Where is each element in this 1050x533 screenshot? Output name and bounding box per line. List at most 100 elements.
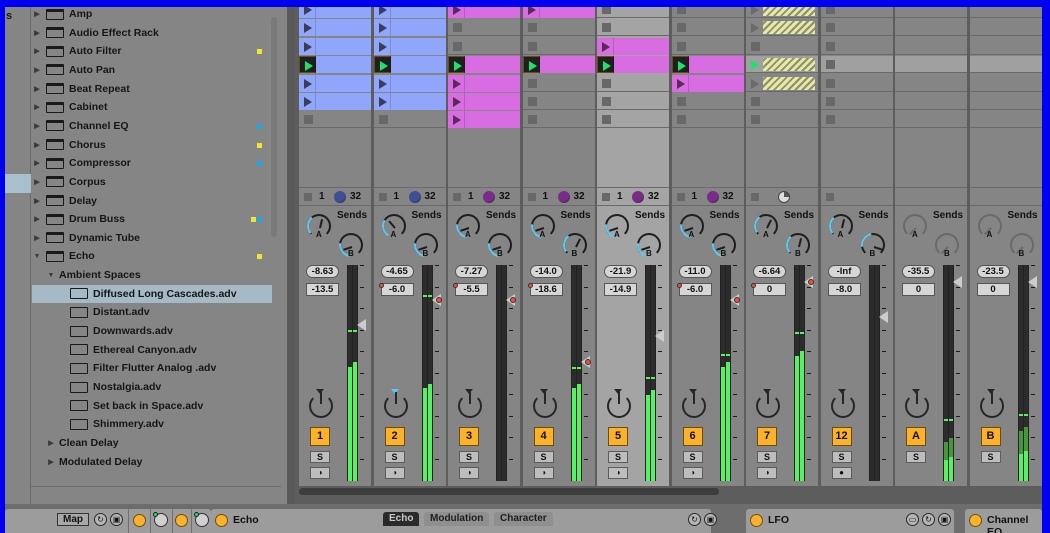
volume-fader-handle[interactable]: [1027, 276, 1037, 289]
stop-button-icon[interactable]: [825, 60, 835, 70]
empty-slot-area[interactable]: [746, 127, 818, 187]
expand-triangle-icon[interactable]: ▶: [32, 85, 42, 93]
clip-launch-button[interactable]: [448, 74, 465, 92]
monitor-icon[interactable]: ◑: [533, 467, 554, 479]
clip-slot[interactable]: [671, 111, 744, 129]
track-volume-display[interactable]: -8.63: [306, 265, 339, 278]
tab-modulation[interactable]: Modulation: [424, 512, 490, 526]
clip-slot[interactable]: [597, 75, 669, 92]
save-preset-icon[interactable]: ▣: [938, 513, 951, 526]
empty-slot-area[interactable]: [672, 127, 744, 187]
tab-echo[interactable]: Echo: [383, 512, 420, 526]
tab-character[interactable]: Character: [494, 512, 553, 526]
stop-button-icon[interactable]: [304, 115, 313, 125]
monitor-icon[interactable]: ◑: [384, 467, 405, 479]
clip-slot[interactable]: [299, 93, 371, 110]
map-button[interactable]: Map: [57, 513, 89, 526]
clip[interactable]: [373, 37, 446, 55]
clip-launch-button[interactable]: [448, 7, 465, 18]
send-b-knob[interactable]: B: [632, 228, 666, 262]
clip-slot[interactable]: [820, 38, 893, 55]
browser-device-item[interactable]: ▶ Amp: [32, 7, 272, 23]
expand-triangle-icon[interactable]: ▶: [32, 47, 42, 55]
clip-slot[interactable]: [299, 111, 371, 129]
stop-button-icon[interactable]: [751, 97, 760, 106]
session-horizontal-scrollbar[interactable]: [299, 488, 719, 495]
clip[interactable]: [299, 93, 371, 110]
clip-slot[interactable]: [820, 19, 893, 37]
clip-slot[interactable]: [820, 7, 893, 18]
solo-button[interactable]: S: [831, 451, 852, 463]
clip-slot[interactable]: [373, 56, 446, 74]
recording-clip[interactable]: [763, 7, 815, 16]
stop-button-icon[interactable]: [825, 97, 835, 106]
macro-knob-icon[interactable]: [194, 512, 209, 527]
stop-button-icon[interactable]: [825, 78, 835, 88]
clip-launch-button[interactable]: [299, 93, 316, 110]
volume-fader-handle[interactable]: [655, 330, 664, 343]
clip-slot[interactable]: [746, 93, 818, 110]
pan-knob[interactable]: [830, 392, 855, 418]
clip-slot[interactable]: [969, 75, 1042, 92]
track-activator-button[interactable]: B: [980, 427, 1001, 446]
expand-triangle-icon[interactable]: ▶: [32, 159, 42, 167]
track-activator-button[interactable]: 2: [384, 427, 405, 446]
clip-slot[interactable]: [820, 93, 893, 110]
send-b-knob[interactable]: B: [483, 228, 517, 262]
clip-slot[interactable]: [969, 7, 1042, 18]
browser-folder-item[interactable]: ▶ Clean Delay: [32, 434, 272, 452]
pan-knob[interactable]: [681, 392, 706, 418]
expand-triangle-icon[interactable]: ▶: [46, 439, 56, 447]
clip-launch-button[interactable]: [522, 56, 540, 74]
clip-launch-button[interactable]: [448, 93, 465, 110]
solo-button[interactable]: S: [682, 451, 703, 463]
clip[interactable]: [373, 74, 446, 92]
empty-slot-area[interactable]: [970, 127, 1042, 187]
clip-slot[interactable]: [522, 38, 595, 55]
pan-knob[interactable]: [532, 392, 557, 418]
track-volume-display[interactable]: -6.64: [753, 265, 786, 278]
browser-preset-item[interactable]: Ethereal Canyon.adv: [32, 341, 272, 359]
clip-slot[interactable]: [522, 111, 595, 129]
send-b-knob[interactable]: B: [334, 228, 368, 262]
solo-button[interactable]: S: [608, 451, 628, 463]
track-activator-button[interactable]: 3: [459, 427, 479, 446]
track-pan-display[interactable]: -6.0: [380, 283, 414, 296]
expand-triangle-icon[interactable]: ▶: [32, 215, 42, 223]
send-a-knob[interactable]: A: [827, 213, 854, 239]
stop-button-icon[interactable]: [602, 97, 611, 106]
monitor-icon[interactable]: ◑: [608, 467, 628, 479]
clip-launch-button[interactable]: [373, 56, 391, 74]
track-volume-display[interactable]: -Inf: [827, 265, 861, 278]
track-volume-display[interactable]: -11.0: [678, 265, 712, 278]
clip-slot[interactable]: [746, 38, 818, 55]
solo-button[interactable]: S: [757, 451, 777, 463]
arm-record-icon[interactable]: ●: [831, 467, 852, 479]
stop-all-icon[interactable]: [527, 193, 536, 201]
stop-button-icon[interactable]: [527, 78, 537, 88]
stop-button-icon[interactable]: [676, 97, 686, 106]
browser-device-item[interactable]: ▶ Auto Filter: [32, 42, 272, 60]
lfo-on-icon[interactable]: [750, 514, 763, 527]
send-b-knob[interactable]: B: [935, 233, 959, 258]
clip-launch-icon[interactable]: [751, 23, 759, 34]
send-a-knob[interactable]: A: [379, 211, 408, 241]
send-b-knob[interactable]: B: [408, 228, 443, 262]
clip-slot[interactable]: [820, 75, 893, 92]
clip-slot[interactable]: [597, 19, 669, 37]
solo-button[interactable]: S: [459, 451, 479, 463]
clip-slot[interactable]: [299, 74, 371, 92]
track-pan-display[interactable]: -6.0: [678, 283, 712, 296]
clip-slot[interactable]: [373, 111, 446, 129]
track-volume-display[interactable]: -4.65: [380, 265, 414, 278]
browser-preset-item[interactable]: Set back in Space.adv: [32, 397, 272, 415]
browser-device-item[interactable]: ▶ Compressor: [32, 154, 272, 172]
clip-slot[interactable]: [299, 56, 371, 74]
panel-divider[interactable]: [287, 7, 295, 504]
clip-launch-button[interactable]: [672, 74, 689, 92]
solo-button[interactable]: S: [310, 451, 330, 463]
pan-knob[interactable]: [756, 392, 780, 418]
clip-launch-button[interactable]: [299, 19, 316, 37]
clip-slot[interactable]: [746, 56, 818, 74]
track-pan-display[interactable]: 0: [902, 283, 935, 296]
